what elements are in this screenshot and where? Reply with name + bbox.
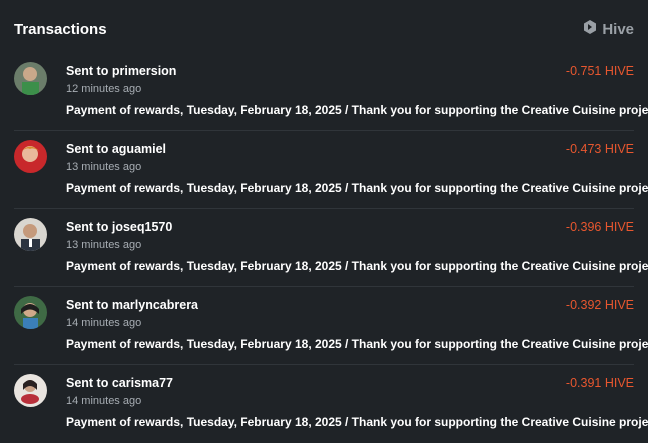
transfer-prefix: Sent to <box>66 220 109 234</box>
avatar[interactable] <box>14 374 47 407</box>
transaction-row[interactable]: Sent to joseq1570 13 minutes ago Payment… <box>14 209 648 287</box>
timestamp: 12 minutes ago <box>66 83 142 95</box>
recipient-link[interactable]: aguamiel <box>112 142 166 156</box>
amount: -0.392 HIVE <box>565 298 634 312</box>
memo-text: Payment of rewards, Tuesday, February 18… <box>66 337 648 351</box>
hive-logo-icon <box>582 19 598 39</box>
timestamp: 13 minutes ago <box>66 239 142 251</box>
panel-header: Transactions Hive <box>0 0 648 58</box>
transfer-prefix: Sent to <box>66 376 109 390</box>
transaction-row[interactable]: Sent to primersion 12 minutes ago Paymen… <box>14 53 648 131</box>
amount: -0.391 HIVE <box>565 376 634 390</box>
transaction-row[interactable]: Sent to aguamiel 13 minutes ago Payment … <box>14 131 648 209</box>
amount: -0.473 HIVE <box>565 142 634 156</box>
avatar[interactable] <box>14 296 47 329</box>
recipient-link[interactable]: joseq1570 <box>112 220 172 234</box>
memo-text: Payment of rewards, Tuesday, February 18… <box>66 415 648 429</box>
recipient-link[interactable]: primersion <box>112 64 177 78</box>
hive-brand[interactable]: Hive <box>582 19 634 39</box>
avatar[interactable] <box>14 140 47 173</box>
transfer-prefix: Sent to <box>66 298 109 312</box>
transfer-prefix: Sent to <box>66 64 109 78</box>
timestamp: 14 minutes ago <box>66 395 142 407</box>
transaction-row[interactable]: Sent to carisma77 14 minutes ago Payment… <box>14 365 648 443</box>
panel-title: Transactions <box>14 20 107 38</box>
avatar[interactable] <box>14 218 47 251</box>
memo-text: Payment of rewards, Tuesday, February 18… <box>66 259 648 273</box>
recipient-link[interactable]: carisma77 <box>112 376 173 390</box>
transaction-row[interactable]: Sent to marlyncabrera 14 minutes ago Pay… <box>14 287 648 365</box>
brand-label: Hive <box>602 20 634 38</box>
timestamp: 14 minutes ago <box>66 317 142 329</box>
transaction-list: Sent to primersion 12 minutes ago Paymen… <box>0 53 648 443</box>
amount: -0.396 HIVE <box>565 220 634 234</box>
transfer-prefix: Sent to <box>66 142 109 156</box>
timestamp: 13 minutes ago <box>66 161 142 173</box>
amount: -0.751 HIVE <box>565 64 634 78</box>
memo-text: Payment of rewards, Tuesday, February 18… <box>66 181 648 195</box>
recipient-link[interactable]: marlyncabrera <box>112 298 198 312</box>
avatar[interactable] <box>14 62 47 95</box>
memo-text: Payment of rewards, Tuesday, February 18… <box>66 103 648 117</box>
transactions-panel: Transactions Hive Sent to primersion 12 … <box>0 0 648 441</box>
